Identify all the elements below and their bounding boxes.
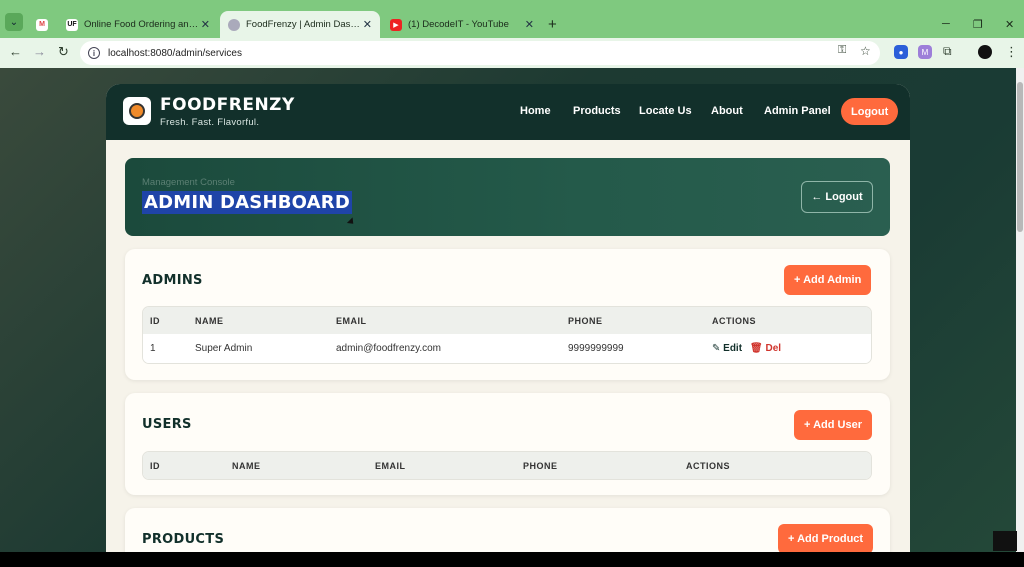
key-icon[interactable]: ⚿ <box>838 44 846 57</box>
tab-online-food[interactable]: UF Online Food Ordering and Rest ✕ <box>58 11 218 38</box>
tab-strip: ⌄ M UF Online Food Ordering and Rest ✕ F… <box>0 8 1024 38</box>
close-icon[interactable]: ✕ <box>525 18 534 31</box>
cell-name: Super Admin <box>195 343 253 354</box>
column-header: ACTIONS <box>712 316 756 326</box>
delete-button[interactable]: 🗑 Del <box>750 343 781 354</box>
corner-watermark <box>993 531 1017 551</box>
logo-icon[interactable] <box>123 97 151 125</box>
globe-icon <box>228 18 240 31</box>
add-admin-button[interactable]: + Add Admin <box>784 265 872 295</box>
address-bar[interactable]: i localhost:8080/admin/services <box>80 41 880 65</box>
tab-title: Online Food Ordering and Rest <box>84 19 201 30</box>
url-text: localhost:8080/admin/services <box>108 47 242 59</box>
admins-title: ADMINS <box>142 273 203 288</box>
screen-bottom-edge <box>0 552 1024 567</box>
brand-tagline: Fresh. Fast. Flavorful. <box>160 117 260 128</box>
youtube-icon: ▶ <box>390 18 402 31</box>
column-header: ACTIONS <box>686 461 730 471</box>
tab-youtube[interactable]: ▶ (1) DecodeIT - YouTube ✕ <box>382 11 542 38</box>
column-header: EMAIL <box>375 461 406 471</box>
nav-admin-panel[interactable]: Admin Panel <box>764 105 831 117</box>
nav-logout-button[interactable]: Logout <box>841 98 899 125</box>
products-title: PRODUCTS <box>142 532 225 547</box>
back-icon[interactable]: ← <box>9 44 22 59</box>
profile-avatar[interactable] <box>978 45 992 59</box>
column-header: NAME <box>232 461 261 471</box>
edit-button[interactable]: ✎ Edit <box>712 343 742 354</box>
forward-icon[interactable]: → <box>33 44 46 59</box>
page-scrollbar[interactable] <box>1016 68 1024 552</box>
nav-locate-us[interactable]: Locate Us <box>639 105 692 117</box>
hero-banner: Management Console ADMIN DASHBOARD ← Log… <box>125 158 890 236</box>
users-card: USERS + Add User ID NAME EMAIL PHONE ACT… <box>125 393 890 495</box>
cell-email: admin@foodfrenzy.com <box>336 343 442 354</box>
nav-products[interactable]: Products <box>573 105 621 117</box>
column-header: ID <box>150 316 160 326</box>
restore-button[interactable]: ❐ <box>973 18 983 31</box>
column-header: NAME <box>195 316 224 326</box>
cell-id: 1 <box>150 343 156 354</box>
logout-button[interactable]: ← Logout <box>801 181 873 213</box>
table-row: 1 Super Admin admin@foodfrenzy.com 99999… <box>143 334 871 363</box>
hero-kicker: Management Console <box>142 177 235 188</box>
tab-title: (1) DecodeIT - YouTube <box>408 19 509 30</box>
column-header: EMAIL <box>336 316 367 326</box>
puzzle-icon[interactable]: ⧉ <box>943 44 952 59</box>
extension-icon[interactable]: ● <box>894 45 908 59</box>
column-header: PHONE <box>568 316 603 326</box>
admins-table: ID NAME EMAIL PHONE ACTIONS 1 Super Admi… <box>142 306 872 364</box>
window-close-button[interactable]: ✕ <box>1005 18 1014 31</box>
scrollbar-thumb[interactable] <box>1017 82 1023 232</box>
nav-about[interactable]: About <box>711 105 743 117</box>
site-header: FOODFRENZY Fresh. Fast. Flavorful. Home … <box>106 84 910 140</box>
table-header: ID NAME EMAIL PHONE ACTIONS <box>143 452 871 479</box>
page-title: ADMIN DASHBOARD <box>142 191 352 214</box>
products-card: PRODUCTS + Add Product <box>125 508 890 552</box>
tab-search-button[interactable]: ⌄ <box>5 13 23 31</box>
table-header: ID NAME EMAIL PHONE ACTIONS <box>143 307 871 334</box>
column-header: PHONE <box>523 461 558 471</box>
star-icon[interactable]: ☆ <box>860 44 871 58</box>
close-icon[interactable]: ✕ <box>363 18 372 31</box>
page-viewport: FOODFRENZY Fresh. Fast. Flavorful. Home … <box>0 68 1016 552</box>
users-title: USERS <box>142 417 192 432</box>
nav-home[interactable]: Home <box>520 105 551 117</box>
gmail-icon: M <box>36 18 48 31</box>
tab-title: FoodFrenzy | Admin Dashboard <box>246 19 363 30</box>
column-header: ID <box>150 461 160 471</box>
close-icon[interactable]: ✕ <box>201 18 210 31</box>
add-product-button[interactable]: + Add Product <box>778 524 874 552</box>
browser-toolbar: ← → ↻ i localhost:8080/admin/services ⚿ … <box>0 38 1024 68</box>
menu-icon[interactable]: ⋮ <box>1005 44 1018 60</box>
extension-icon[interactable]: M <box>918 45 932 59</box>
reload-icon[interactable]: ↻ <box>58 44 69 60</box>
site-container: FOODFRENZY Fresh. Fast. Flavorful. Home … <box>106 84 910 552</box>
tab-admin-dashboard[interactable]: FoodFrenzy | Admin Dashboard ✕ <box>220 11 380 38</box>
tab-gmail[interactable]: M <box>28 11 56 38</box>
uf-icon: UF <box>66 18 78 31</box>
minimize-button[interactable]: ─ <box>942 18 950 30</box>
cell-phone: 9999999999 <box>568 343 624 354</box>
users-table: ID NAME EMAIL PHONE ACTIONS <box>142 451 872 480</box>
new-tab-icon[interactable]: + <box>548 16 557 33</box>
admins-card: ADMINS + Add Admin ID NAME EMAIL PHONE A… <box>125 249 890 380</box>
site-info-icon[interactable]: i <box>88 47 100 59</box>
brand-name[interactable]: FOODFRENZY <box>160 95 295 115</box>
add-user-button[interactable]: + Add User <box>794 410 872 440</box>
